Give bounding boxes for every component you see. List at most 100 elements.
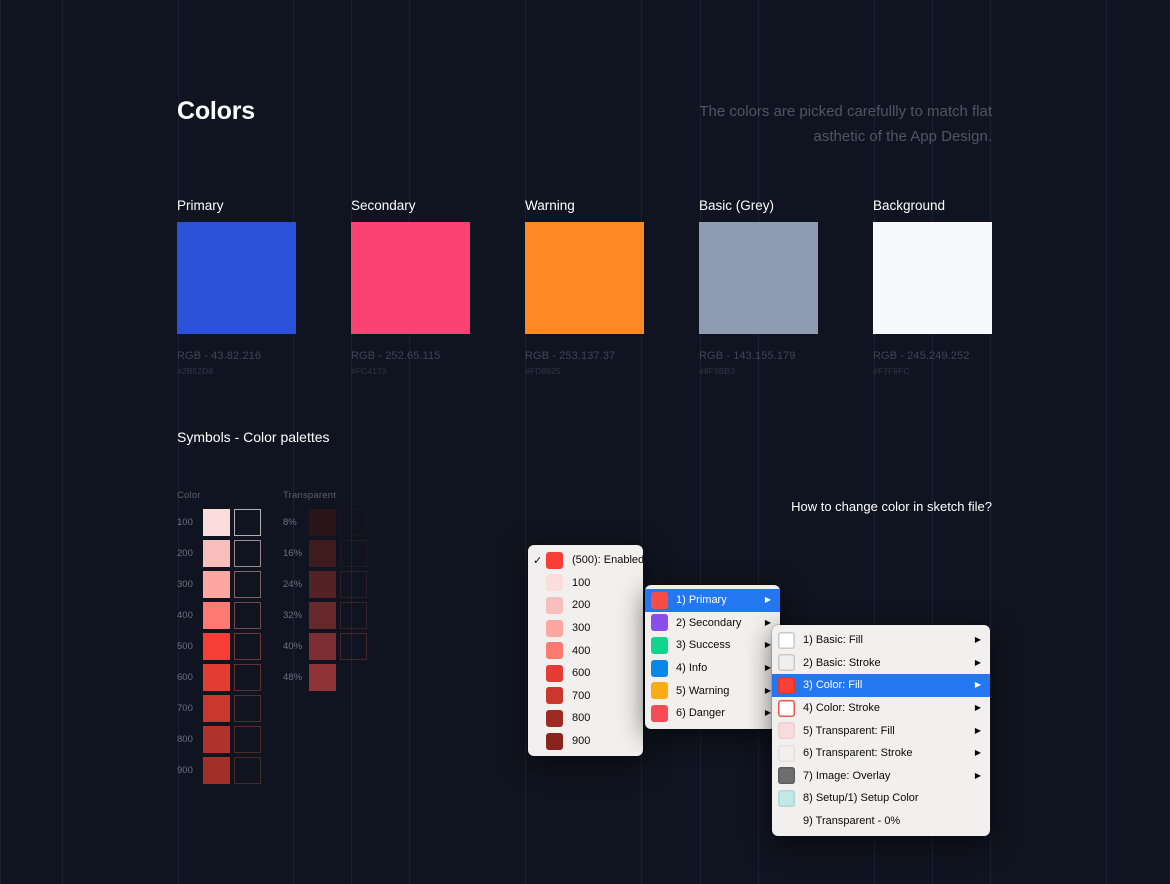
- menu-item[interactable]: 400: [528, 639, 643, 662]
- palette-fill-swatch[interactable]: [309, 540, 336, 567]
- menu-item[interactable]: 5) Transparent: Fill ▶: [772, 719, 990, 742]
- menu-item[interactable]: 4) Info ▶: [645, 657, 780, 680]
- menu-item-label: 8) Setup/1) Setup Color: [803, 792, 919, 805]
- palette-stroke-swatch[interactable]: [234, 540, 261, 567]
- menu-item-color-swatch: [546, 619, 563, 637]
- menu-item[interactable]: 2) Basic: Stroke ▶: [772, 652, 990, 675]
- menu-item-color-swatch: [651, 659, 668, 677]
- menu-item[interactable]: 700: [528, 685, 643, 708]
- menu-item[interactable]: 3) Color: Fill ▶: [772, 674, 990, 697]
- shade-context-menu[interactable]: ✓ (500): Enabled 100 200 300 400 600 700 800 900: [528, 545, 643, 757]
- swatch-chip[interactable]: [177, 222, 296, 334]
- style-context-menu[interactable]: 1) Basic: Fill ▶ 2) Basic: Stroke ▶ 3) Color…: [772, 625, 990, 837]
- palette-fill-swatch[interactable]: [203, 695, 230, 722]
- swatch-rgb-value: RGB - 245.249.252: [873, 350, 970, 362]
- menu-item-color-swatch: [778, 722, 795, 740]
- submenu-arrow-icon: ▶: [974, 680, 981, 690]
- swatch-chip[interactable]: [525, 222, 644, 334]
- palette-fill-swatch[interactable]: [203, 602, 230, 629]
- menu-item-color-swatch: [546, 596, 563, 614]
- menu-item[interactable]: 900: [528, 730, 643, 753]
- menu-item[interactable]: 6) Danger ▶: [645, 702, 780, 725]
- submenu-arrow-icon: ▶: [974, 657, 981, 667]
- menu-item[interactable]: 600: [528, 662, 643, 685]
- palette-stroke-swatch[interactable]: [340, 602, 367, 629]
- menu-item[interactable]: 4) Color: Stroke ▶: [772, 697, 990, 720]
- submenu-arrow-icon: ▶: [974, 725, 981, 735]
- menu-item-color-swatch: [546, 642, 563, 660]
- palette-fill-swatch[interactable]: [309, 664, 336, 691]
- menu-item[interactable]: 7) Image: Overlay ▶: [772, 765, 990, 788]
- palette-fill-swatch[interactable]: [309, 571, 336, 598]
- swatch-rgb-value: RGB - 252.65.115: [351, 350, 441, 362]
- menu-item[interactable]: 200: [528, 594, 643, 617]
- menu-item-label: 4) Color: Stroke: [803, 702, 881, 715]
- menu-item-label: 900: [572, 735, 591, 748]
- menu-item[interactable]: 5) Warning ▶: [645, 679, 780, 702]
- swatch-chip[interactable]: [873, 222, 992, 334]
- palette-stroke-swatch[interactable]: [234, 633, 261, 660]
- palette-row: 200: [177, 540, 261, 567]
- palette-row-key: 300: [177, 579, 193, 590]
- menu-item[interactable]: 800: [528, 707, 643, 730]
- menu-item[interactable]: 2) Secondary ▶: [645, 612, 780, 635]
- palette-stroke-swatch[interactable]: [340, 571, 367, 598]
- palette-row: 8%: [283, 509, 367, 536]
- menu-item[interactable]: 1) Basic: Fill ▶: [772, 629, 990, 652]
- palette-stroke-swatch[interactable]: [234, 695, 261, 722]
- palette-fill-swatch[interactable]: [309, 633, 336, 660]
- menu-item-label: 5) Warning: [676, 684, 730, 697]
- palette-fill-swatch[interactable]: [203, 757, 230, 784]
- menu-item[interactable]: 1) Primary ▶: [645, 589, 780, 612]
- menu-item[interactable]: 100: [528, 572, 643, 595]
- palette-fill-swatch[interactable]: [309, 509, 336, 536]
- palette-fill-swatch[interactable]: [309, 602, 336, 629]
- menu-item[interactable]: 6) Transparent: Stroke ▶: [772, 742, 990, 765]
- column-guide: [525, 0, 526, 884]
- palette-fill-swatch[interactable]: [203, 540, 230, 567]
- palette-stroke-swatch[interactable]: [234, 509, 261, 536]
- menu-item-color-swatch: [651, 614, 668, 632]
- menu-item-color-swatch: [546, 664, 563, 682]
- menu-item-label: 1) Primary: [676, 594, 727, 607]
- palette-stroke-swatch[interactable]: [234, 664, 261, 691]
- palette-stroke-swatch[interactable]: [234, 602, 261, 629]
- submenu-arrow-icon: ▶: [764, 617, 771, 627]
- palette-fill-swatch[interactable]: [203, 633, 230, 660]
- palette-fill-swatch[interactable]: [203, 664, 230, 691]
- menu-item-label: 400: [572, 644, 591, 657]
- submenu-arrow-icon: ▶: [974, 770, 981, 780]
- submenu-arrow-icon: ▶: [764, 708, 771, 718]
- checkmark-icon: ✓: [533, 554, 543, 567]
- palette-fill-swatch[interactable]: [203, 509, 230, 536]
- menu-item[interactable]: 9) Transparent - 0%: [772, 810, 990, 833]
- swatch-hex-value: #8F9BB3: [699, 366, 736, 376]
- palette-stroke-swatch[interactable]: [340, 509, 367, 536]
- menu-item[interactable]: 3) Success ▶: [645, 634, 780, 657]
- palette-row: 700: [177, 695, 261, 722]
- swatch-hex-value: #FD8925: [525, 366, 561, 376]
- swatch-group: Primary RGB - 43.82.216 #2B52D8: [177, 198, 296, 376]
- palette-stroke-swatch[interactable]: [340, 633, 367, 660]
- swatch-chip[interactable]: [699, 222, 818, 334]
- menu-item-label: 7) Image: Overlay: [803, 769, 891, 782]
- palette-stroke-swatch[interactable]: [234, 571, 261, 598]
- submenu-arrow-icon: ▶: [974, 748, 981, 758]
- menu-item-label: 9) Transparent - 0%: [803, 815, 901, 828]
- palette-row: 48%: [283, 664, 336, 691]
- palette-stroke-swatch[interactable]: [234, 757, 261, 784]
- swatch-label: Secondary: [351, 198, 416, 213]
- palette-stroke-swatch[interactable]: [234, 726, 261, 753]
- menu-item-label: 2) Basic: Stroke: [803, 656, 881, 669]
- palette-fill-swatch[interactable]: [203, 726, 230, 753]
- menu-item-color-swatch: [778, 654, 795, 672]
- menu-item[interactable]: 8) Setup/1) Setup Color: [772, 787, 990, 810]
- menu-item-label: 3) Success: [676, 639, 731, 652]
- menu-item[interactable]: 300: [528, 617, 643, 640]
- palette-stroke-swatch[interactable]: [340, 540, 367, 567]
- palette-fill-swatch[interactable]: [203, 571, 230, 598]
- menu-item[interactable]: ✓ (500): Enabled: [528, 549, 643, 572]
- category-context-menu[interactable]: 1) Primary ▶ 2) Secondary ▶ 3) Success ▶ 4) In…: [645, 585, 780, 729]
- swatch-chip[interactable]: [351, 222, 470, 334]
- column-guide: [409, 0, 410, 884]
